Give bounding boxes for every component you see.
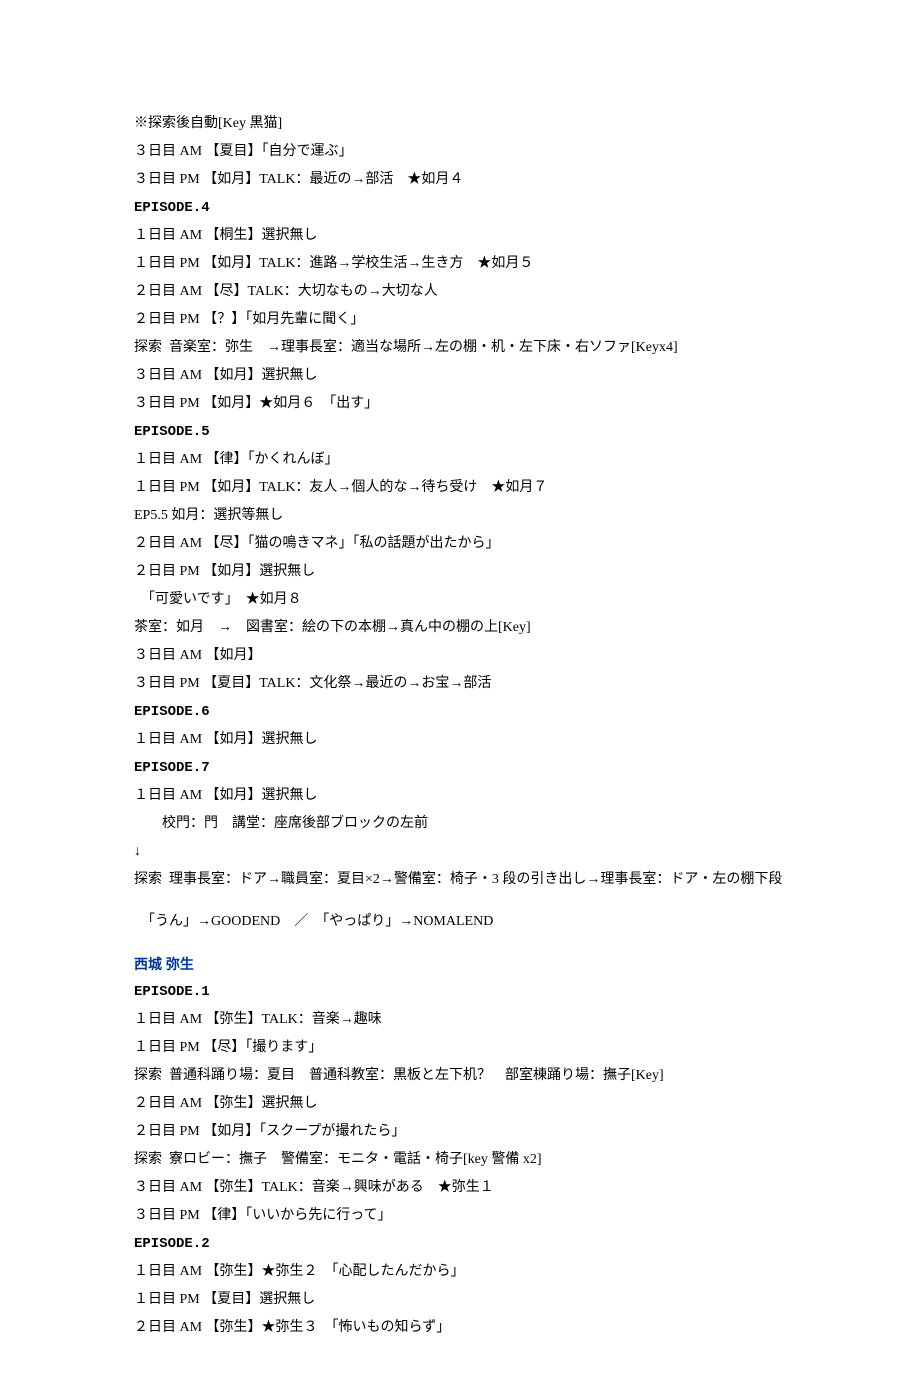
text-line: １日目 AM 【桐生】選択無し (134, 222, 790, 250)
text-line: ２日目 AM 【弥生】★弥生３ 「怖いもの知らず」 (134, 1314, 790, 1342)
text-line: ↓ (134, 838, 790, 866)
text-line: ２日目 PM 【如月】選択無し (134, 558, 790, 586)
text-line: EPISODE.7 (134, 754, 790, 782)
text-line: 茶室：如月 → 図書室：絵の下の本棚→真ん中の棚の上[Key] (134, 614, 790, 642)
text-line: ３日目 AM 【弥生】TALK：音楽→興味がある ★弥生１ (134, 1174, 790, 1202)
text-line: ２日目 AM 【尽】「猫の鳴きマネ」「私の話題が出たから」 (134, 530, 790, 558)
text-line: １日目 PM 【夏目】選択無し (134, 1286, 790, 1314)
text-line: ３日目 PM 【夏目】TALK：文化祭→最近の→お宝→部活 (134, 670, 790, 698)
text-line: ３日目 PM 【律】「いいから先に行って」 (134, 1202, 790, 1230)
text-line: ３日目 PM 【如月】★如月６ 「出す」 (134, 390, 790, 418)
text-line: 西城 弥生 (134, 950, 790, 978)
text-line: 「可愛いです」 ★如月８ (134, 586, 790, 614)
text-line: １日目 AM 【弥生】TALK：音楽→趣味 (134, 1006, 790, 1034)
text-line: EPISODE.5 (134, 418, 790, 446)
text-line: EPISODE.6 (134, 698, 790, 726)
text-line: ２日目 AM 【弥生】選択無し (134, 1090, 790, 1118)
text-line: EPISODE.2 (134, 1230, 790, 1258)
text-line (134, 894, 790, 908)
text-line: 探索 音楽室：弥生 →理事長室：適当な場所→左の棚・机・左下床・右ソファ[Key… (134, 334, 790, 362)
text-line: ３日目 PM 【如月】TALK：最近の→部活 ★如月４ (134, 166, 790, 194)
text-line: 探索 普通科踊り場：夏目 普通科教室：黒板と左下机？ 部室棟踊り場：撫子[Key… (134, 1062, 790, 1090)
text-line: 探索 理事長室：ドア→職員室：夏目×2→警備室：椅子・3 段の引き出し→理事長室… (134, 866, 790, 894)
text-line: 探索 寮ロビー：撫子 警備室：モニタ・電話・椅子[key 警備 x2] (134, 1146, 790, 1174)
text-line: EPISODE.4 (134, 194, 790, 222)
text-line: EP5.5 如月：選択等無し (134, 502, 790, 530)
text-line: 校門：門 講堂：座席後部ブロックの左前 (134, 810, 790, 838)
text-line: １日目 AM 【如月】選択無し (134, 726, 790, 754)
text-line: ※探索後自動[Key 黒猫] (134, 110, 790, 138)
text-line: ３日目 AM 【如月】選択無し (134, 362, 790, 390)
text-line: １日目 AM 【如月】選択無し (134, 782, 790, 810)
text-line: ２日目 PM 【如月】「スクープが撮れたら」 (134, 1118, 790, 1146)
document-body: ※探索後自動[Key 黒猫]３日目 AM 【夏目】「自分で運ぶ」３日目 PM 【… (134, 110, 790, 1342)
text-line: １日目 PM 【尽】「撮ります」 (134, 1034, 790, 1062)
text-line: ２日目 AM 【尽】TALK：大切なもの→大切な人 (134, 278, 790, 306)
text-line (134, 936, 790, 950)
text-line: １日目 AM 【弥生】★弥生２ 「心配したんだから」 (134, 1258, 790, 1286)
text-line: EPISODE.1 (134, 978, 790, 1006)
text-line: ３日目 AM 【如月】 (134, 642, 790, 670)
text-line: １日目 AM 【律】「かくれんぼ」 (134, 446, 790, 474)
text-line: ２日目 PM 【？】「如月先輩に聞く」 (134, 306, 790, 334)
text-line: １日目 PM 【如月】TALK：友人→個人的な→待ち受け ★如月７ (134, 474, 790, 502)
text-line: ３日目 AM 【夏目】「自分で運ぶ」 (134, 138, 790, 166)
text-line: 「うん」→GOODEND ／ 「やっぱり」→NOMALEND (134, 908, 790, 936)
text-line: １日目 PM 【如月】TALK：進路→学校生活→生き方 ★如月５ (134, 250, 790, 278)
